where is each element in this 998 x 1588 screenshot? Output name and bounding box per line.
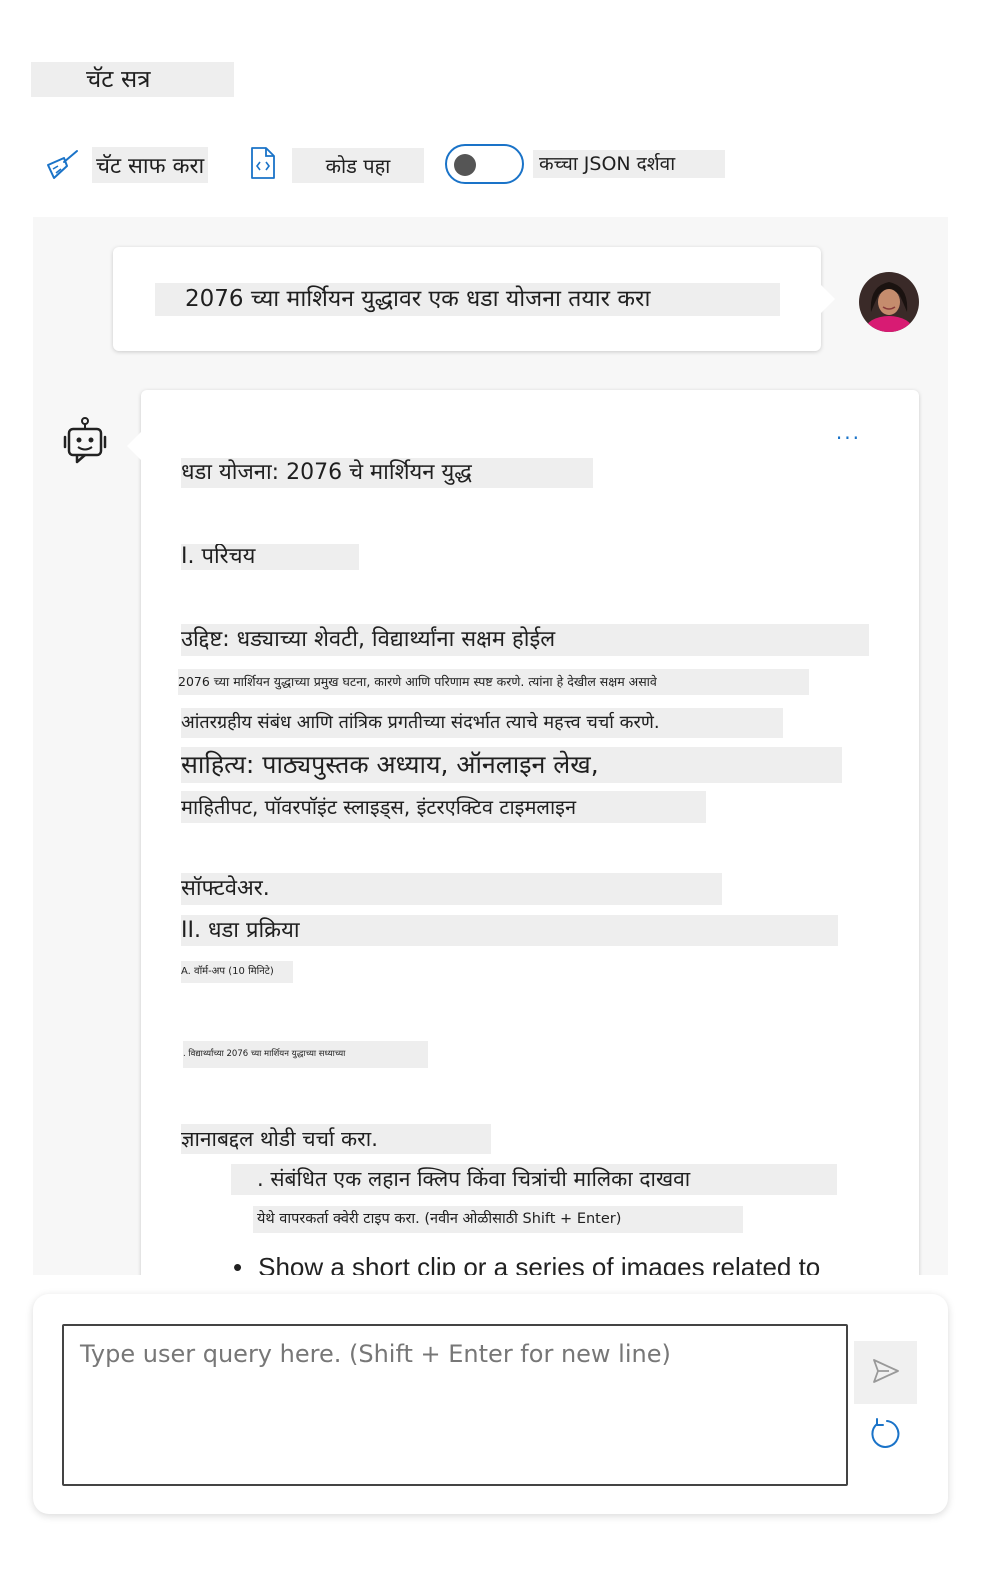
lesson-text-line: उद्दिष्ट: धड्याच्या शेवटी, विद्यार्थ्यां… xyxy=(181,624,869,656)
broom-icon xyxy=(44,145,80,185)
bullet-item: Show a short clip or a series of images … xyxy=(233,1252,820,1275)
raw-json-label: कच्चा JSON दर्शवा xyxy=(533,150,725,178)
clear-chat-button[interactable]: चॅट साफ करा xyxy=(44,145,209,185)
assistant-message-bubble: ... धडा योजना: 2076 चे मार्शियन युद्ध I.… xyxy=(127,390,919,1275)
lesson-text-line: सॉफ्टवेअर. xyxy=(181,873,722,905)
refresh-button[interactable] xyxy=(865,1416,905,1456)
lesson-text-line: 2076 च्या मार्शियन युद्धाच्या प्रमुख घटन… xyxy=(178,669,809,695)
clear-chat-label: चॅट साफ करा xyxy=(92,147,209,183)
send-button[interactable] xyxy=(854,1341,917,1404)
chat-panel[interactable]: 2076 च्या मार्शियन युद्धावर एक धडा योजना… xyxy=(33,217,948,1275)
lesson-text-line: ज्ञानाबद्दल थोडी चर्चा करा. xyxy=(181,1124,491,1154)
lesson-text-line: येथे वापरकर्ता क्वेरी टाइप करा. (नवीन ओळ… xyxy=(253,1206,743,1233)
raw-json-toggle[interactable] xyxy=(445,144,524,184)
lesson-text-line: . संबंधित एक लहान क्लिप किंवा चित्रांची … xyxy=(231,1164,837,1195)
toggle-knob xyxy=(454,154,476,176)
more-options-button[interactable]: ... xyxy=(836,420,861,444)
send-icon xyxy=(871,1356,901,1389)
lesson-text-line: A. वॉर्म-अप (10 मिनिटे) xyxy=(181,961,293,983)
query-input[interactable] xyxy=(62,1324,848,1486)
bot-icon xyxy=(63,417,107,467)
composer xyxy=(33,1294,948,1514)
lesson-text-line: . विद्यार्थ्यांच्या 2076 च्या मार्शियन य… xyxy=(183,1041,428,1068)
code-file-icon xyxy=(248,145,278,185)
user-avatar xyxy=(859,272,919,332)
view-code-label: कोड पहा xyxy=(292,147,424,183)
lesson-text-line: माहितीपट, पॉवरपॉइंट स्लाइड्स, इंटरएक्टिव… xyxy=(181,791,706,823)
lesson-text-line: आंतरग्रहीय संबंध आणि तांत्रिक प्रगतीच्या… xyxy=(181,708,783,738)
page-title: चॅट सत्र xyxy=(31,62,234,97)
user-message-bubble: 2076 च्या मार्शियन युद्धावर एक धडा योजना… xyxy=(113,247,835,351)
section-heading: I. परिचय xyxy=(181,544,359,570)
user-message-text: 2076 च्या मार्शियन युद्धावर एक धडा योजना… xyxy=(155,283,780,316)
view-code-button[interactable]: कोड पहा xyxy=(248,146,424,184)
section-heading: II. धडा प्रक्रिया xyxy=(181,915,838,946)
lesson-text-line: साहित्य: पाठ्यपुस्तक अध्याय, ऑनलाइन लेख, xyxy=(181,747,842,783)
lesson-title: धडा योजना: 2076 चे मार्शियन युद्ध xyxy=(181,458,593,488)
refresh-icon xyxy=(867,1416,903,1456)
